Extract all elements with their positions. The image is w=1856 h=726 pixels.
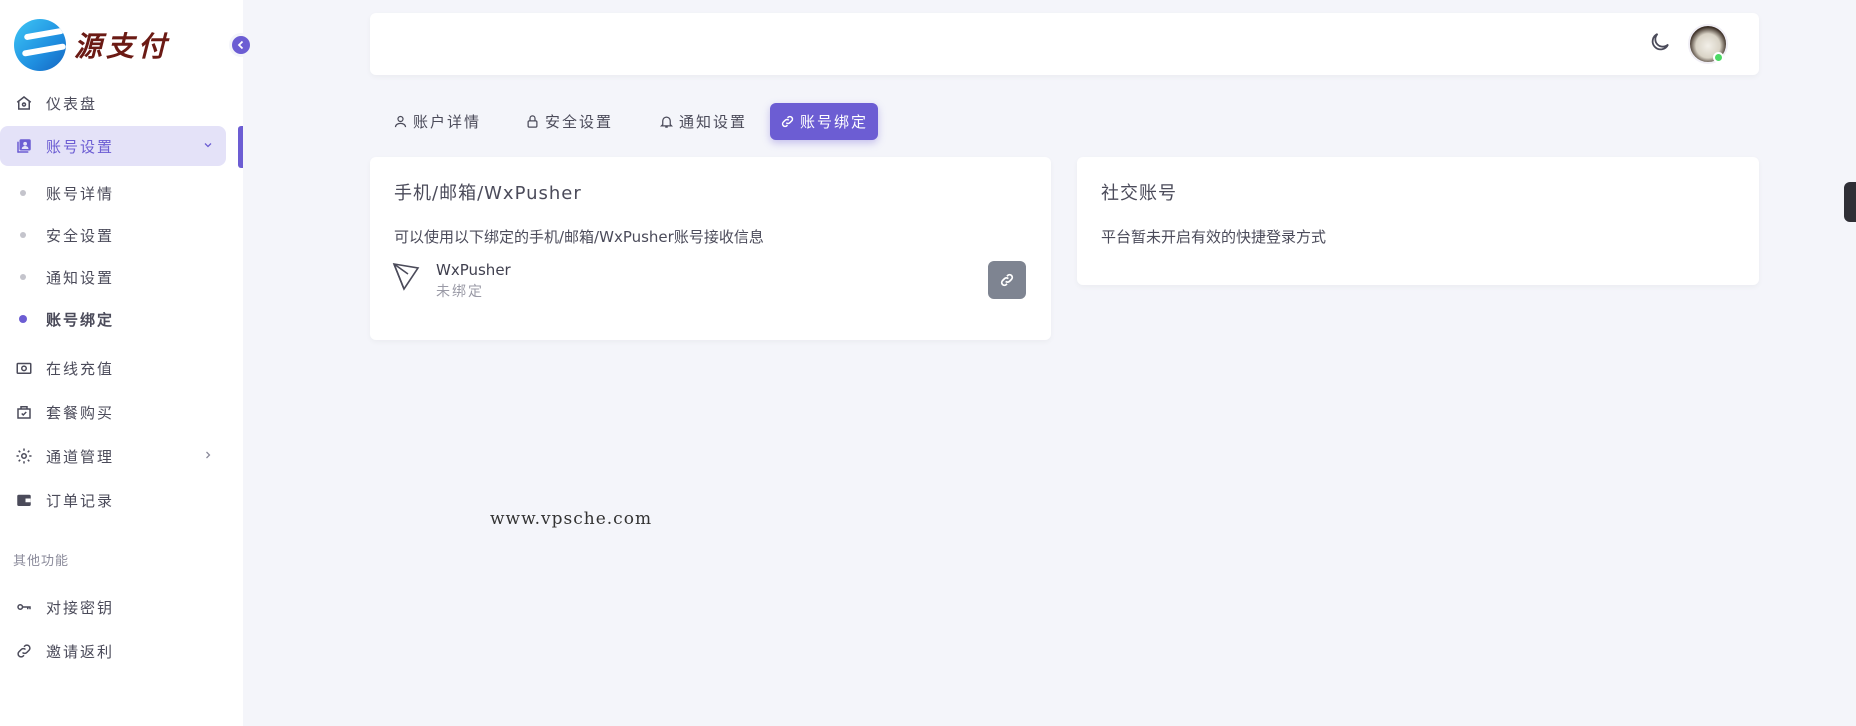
bag-icon bbox=[14, 402, 34, 422]
sidebar-item-label: 订单记录 bbox=[46, 491, 115, 510]
top-bar bbox=[370, 13, 1759, 75]
sidebar-item-recharge[interactable]: 在线充值 bbox=[0, 348, 226, 388]
binding-item-name: WxPusher bbox=[436, 261, 511, 279]
sidebar-item-api-key[interactable]: 对接密钥 bbox=[0, 587, 226, 627]
sidebar-collapse-button[interactable] bbox=[229, 33, 253, 57]
card-title: 手机/邮箱/WxPusher bbox=[394, 183, 582, 204]
social-accounts-card: 社交账号 平台暂未开启有效的快捷登录方式 bbox=[1077, 157, 1759, 285]
watermark-text: www.vpsche.com bbox=[490, 509, 653, 529]
sidebar-item-label: 仪表盘 bbox=[46, 94, 98, 113]
tab-label: 通知设置 bbox=[679, 113, 748, 131]
settings-drawer-handle[interactable] bbox=[1844, 182, 1856, 222]
active-indicator bbox=[238, 126, 243, 168]
bullet-icon bbox=[19, 315, 27, 323]
tab-label: 账户详情 bbox=[413, 113, 482, 131]
sidebar: 源支付 仪表盘 账号设置 账号详情 安全设置 通知设置 账号绑定 在线充值 套餐… bbox=[0, 0, 243, 726]
sidebar-subitem-account-details[interactable]: 账号详情 bbox=[0, 175, 226, 211]
brand-name: 源支付 bbox=[74, 30, 171, 63]
tab-account-binding[interactable]: 账号绑定 bbox=[770, 103, 879, 140]
sidebar-subitem-notification-settings[interactable]: 通知设置 bbox=[0, 259, 226, 295]
link-icon bbox=[1000, 273, 1014, 287]
tab-label: 安全设置 bbox=[545, 113, 614, 131]
sidebar-item-label: 邀请返利 bbox=[46, 642, 115, 661]
sidebar-subitem-security-settings[interactable]: 安全设置 bbox=[0, 217, 226, 253]
lock-icon bbox=[525, 114, 541, 130]
sidebar-item-account-settings[interactable]: 账号设置 bbox=[0, 126, 226, 166]
sidebar-item-channel-management[interactable]: 通道管理 bbox=[0, 436, 226, 476]
tab-account-details[interactable]: 账户详情 bbox=[383, 103, 491, 140]
sidebar-subitem-account-binding[interactable]: 账号绑定 bbox=[0, 301, 226, 337]
sidebar-subitem-label: 账号详情 bbox=[46, 184, 115, 203]
sidebar-item-invite-rebate[interactable]: 邀请返利 bbox=[0, 631, 226, 671]
tab-label: 账号绑定 bbox=[800, 113, 869, 131]
user-icon bbox=[393, 114, 409, 130]
chevron-down-icon bbox=[202, 139, 214, 154]
online-status-indicator bbox=[1713, 52, 1724, 63]
wallet-icon bbox=[14, 490, 34, 510]
bullet-icon bbox=[20, 232, 26, 238]
gear-icon bbox=[14, 446, 34, 466]
sidebar-item-package-purchase[interactable]: 套餐购买 bbox=[0, 392, 226, 432]
bind-link-button[interactable] bbox=[988, 261, 1026, 299]
binding-item-status: 未绑定 bbox=[436, 284, 484, 300]
sidebar-item-label: 通道管理 bbox=[46, 447, 115, 466]
link-icon bbox=[14, 641, 34, 661]
bullet-icon bbox=[20, 190, 26, 196]
logo-globe-icon bbox=[14, 19, 66, 71]
sidebar-subitem-label: 安全设置 bbox=[46, 226, 115, 245]
sidebar-item-label: 套餐购买 bbox=[46, 403, 115, 422]
sidebar-item-dashboard[interactable]: 仪表盘 bbox=[0, 83, 226, 123]
account-icon bbox=[14, 136, 34, 156]
card-title: 社交账号 bbox=[1101, 183, 1177, 204]
paper-plane-icon bbox=[392, 261, 420, 291]
sidebar-item-label: 在线充值 bbox=[46, 359, 115, 378]
sidebar-item-label: 账号设置 bbox=[46, 137, 115, 156]
brand-logo[interactable]: 源支付 bbox=[14, 18, 184, 72]
binding-card: 手机/邮箱/WxPusher 可以使用以下绑定的手机/邮箱/WxPusher账号… bbox=[370, 157, 1051, 340]
recharge-icon bbox=[14, 358, 34, 378]
sidebar-item-label: 对接密钥 bbox=[46, 598, 115, 617]
tab-security-settings[interactable]: 安全设置 bbox=[515, 103, 623, 140]
sidebar-item-order-records[interactable]: 订单记录 bbox=[0, 480, 226, 520]
chevron-right-icon bbox=[202, 449, 214, 464]
link-icon bbox=[780, 114, 796, 130]
theme-toggle-moon-icon[interactable] bbox=[1648, 30, 1674, 56]
sidebar-subitem-label: 账号绑定 bbox=[46, 310, 115, 329]
section-label-other: 其他功能 bbox=[13, 554, 70, 569]
key-icon bbox=[14, 597, 34, 617]
home-icon bbox=[14, 93, 34, 113]
chevron-left-icon bbox=[237, 40, 244, 50]
bullet-icon bbox=[20, 274, 26, 280]
bell-icon bbox=[659, 114, 675, 130]
tab-notification-settings[interactable]: 通知设置 bbox=[649, 103, 757, 140]
card-description: 可以使用以下绑定的手机/邮箱/WxPusher账号接收信息 bbox=[394, 228, 764, 246]
card-description: 平台暂未开启有效的快捷登录方式 bbox=[1101, 228, 1327, 246]
sidebar-subitem-label: 通知设置 bbox=[46, 268, 115, 287]
